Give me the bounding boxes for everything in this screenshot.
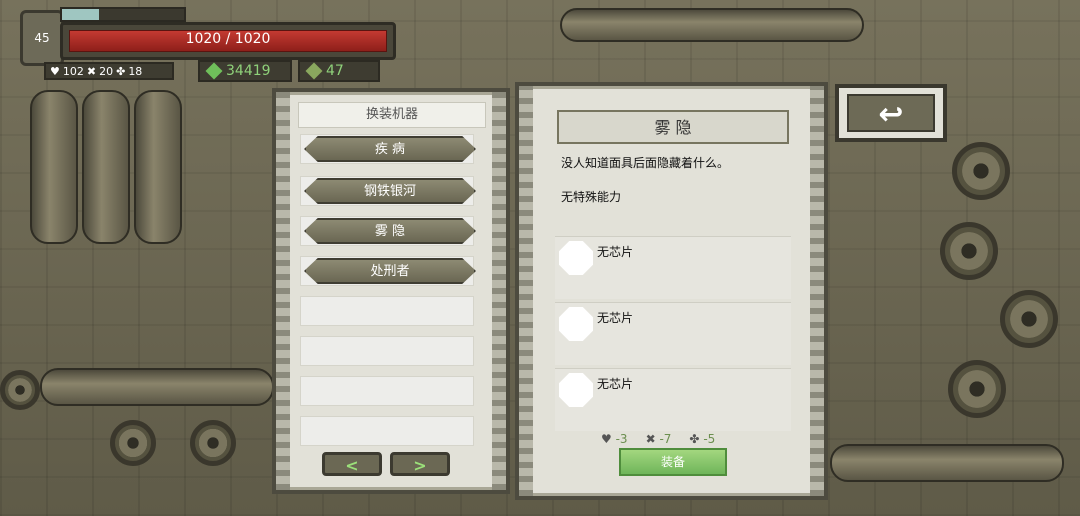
mech-description: 没人知道面具后面隐藏着什么。 bbox=[561, 156, 730, 170]
gear-icon bbox=[940, 222, 998, 280]
stat-strip: ♥ 102 ✖ 20 ✤ 18 bbox=[44, 62, 174, 80]
mech-select-panel: 换装机器 疾 病 钢铁银河 雾 隐 处刑者 bbox=[272, 88, 510, 494]
gem-value: 34419 bbox=[226, 63, 271, 79]
mech-item-disease[interactable]: 疾 病 bbox=[304, 136, 476, 162]
panel-rail bbox=[810, 86, 824, 496]
pipe-decoration bbox=[30, 90, 78, 244]
chip-currency: 47 bbox=[298, 60, 380, 82]
chip-label: 无芯片 bbox=[597, 377, 634, 391]
clover-icon: ✤ bbox=[116, 64, 126, 78]
xp-bar bbox=[60, 7, 186, 22]
chip-slot-2[interactable]: 无芯片 bbox=[555, 302, 791, 365]
gear-icon bbox=[110, 420, 156, 466]
gem-currency: 34419 bbox=[198, 60, 292, 82]
stat-cross-value: 20 bbox=[99, 64, 114, 78]
chip-slot-3[interactable]: 无芯片 bbox=[555, 368, 791, 431]
prev-page-button[interactable]: < bbox=[322, 452, 382, 476]
clover-icon: ✤ bbox=[689, 432, 700, 446]
level-value: 45 bbox=[34, 31, 50, 45]
level-badge: 45 bbox=[20, 10, 64, 66]
cost-cross: -7 bbox=[659, 432, 672, 446]
return-arrow-icon: ↩ bbox=[847, 94, 935, 132]
pipe-decoration bbox=[82, 90, 130, 244]
chip-currency-value: 47 bbox=[326, 63, 344, 79]
stat-clover-value: 18 bbox=[128, 64, 143, 78]
list-slot bbox=[300, 376, 474, 406]
pipe-decoration bbox=[134, 90, 182, 244]
hp-text: 1020 / 1020 bbox=[185, 31, 271, 47]
hp-bar: 1020 / 1020 bbox=[60, 22, 396, 60]
chip-icon bbox=[559, 307, 593, 341]
chip-icon bbox=[559, 373, 593, 407]
gear-icon bbox=[1000, 290, 1058, 348]
panel-rail bbox=[276, 92, 290, 490]
heart-icon: ♥ bbox=[601, 432, 612, 446]
heart-icon: ♥ bbox=[50, 64, 60, 78]
next-page-button[interactable]: > bbox=[390, 452, 450, 476]
gem-icon bbox=[205, 62, 223, 80]
pipe-decoration bbox=[830, 444, 1064, 482]
chip-currency-icon bbox=[305, 62, 323, 80]
gear-icon bbox=[190, 420, 236, 466]
mech-detail-panel: 雾 隐 没人知道面具后面隐藏着什么。 无特殊能力 无芯片 无芯片 无芯片 ♥ -… bbox=[515, 82, 828, 500]
mech-item-steel-galaxy[interactable]: 钢铁银河 bbox=[304, 178, 476, 204]
mech-name: 雾 隐 bbox=[557, 110, 789, 144]
mech-item-executioner[interactable]: 处刑者 bbox=[304, 258, 476, 284]
chip-icon bbox=[559, 241, 593, 275]
cost-clover: -5 bbox=[703, 432, 716, 446]
gear-icon bbox=[0, 370, 40, 410]
equip-button[interactable]: 装备 bbox=[619, 448, 727, 476]
gear-icon bbox=[948, 360, 1006, 418]
panel-title: 换装机器 bbox=[298, 102, 486, 128]
cross-icon: ✖ bbox=[86, 64, 97, 78]
cross-icon: ✖ bbox=[645, 432, 656, 446]
stat-heart-value: 102 bbox=[62, 64, 84, 78]
xp-fill bbox=[62, 9, 99, 20]
stat-cost-row: ♥ -3 ✖ -7 ✤ -5 bbox=[601, 432, 715, 446]
gear-icon bbox=[952, 142, 1010, 200]
chip-label: 无芯片 bbox=[597, 311, 634, 325]
list-slot bbox=[300, 336, 474, 366]
return-button[interactable]: ↩ bbox=[835, 84, 947, 142]
list-slot bbox=[300, 416, 474, 446]
list-slot bbox=[300, 296, 474, 326]
chip-label: 无芯片 bbox=[597, 245, 634, 259]
mech-item-fog-hidden[interactable]: 雾 隐 bbox=[304, 218, 476, 244]
panel-rail bbox=[519, 86, 533, 496]
cost-heart: -3 bbox=[615, 432, 628, 446]
panel-rail bbox=[492, 92, 506, 490]
chip-slot-1[interactable]: 无芯片 bbox=[555, 236, 791, 299]
pipe-decoration bbox=[40, 368, 274, 406]
mech-ability: 无特殊能力 bbox=[561, 190, 622, 204]
pipe-decoration bbox=[560, 8, 864, 42]
